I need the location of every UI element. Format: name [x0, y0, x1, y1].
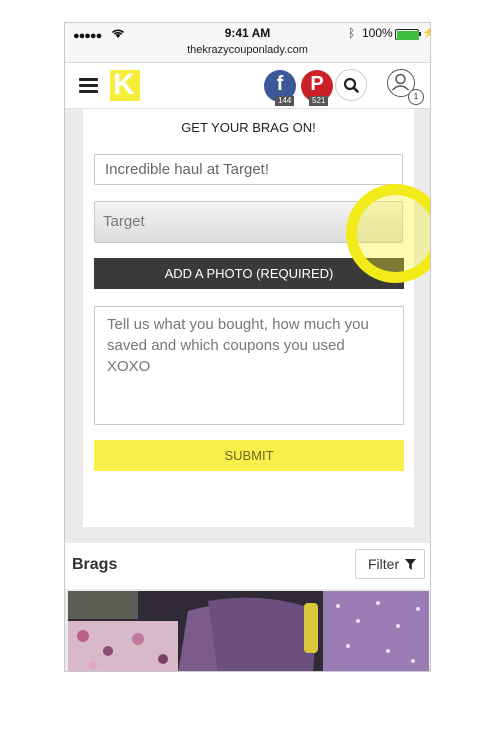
battery-icon: [395, 29, 419, 40]
battery-percent: 100%: [362, 26, 393, 40]
facebook-share-count: 144: [275, 96, 295, 106]
submit-button[interactable]: SUBMIT: [94, 440, 404, 471]
phone-screen: ●●●●● 9:41 AM ᛒ 100% ⚡ thekrazycouponlad…: [64, 22, 431, 672]
url-bar[interactable]: thekrazycouponlady.com: [65, 44, 430, 56]
status-bar: ●●●●● 9:41 AM ᛒ 100% ⚡ thekrazycouponlad…: [65, 23, 430, 63]
facebook-icon: f: [276, 73, 284, 95]
logo-letter: K: [113, 68, 135, 101]
search-button[interactable]: [335, 69, 367, 101]
site-logo[interactable]: K: [110, 68, 140, 101]
brags-header: Brags Filter: [65, 543, 430, 589]
search-icon: [343, 77, 359, 93]
filter-label: Filter: [368, 556, 400, 572]
filter-button[interactable]: Filter: [355, 549, 425, 579]
bluetooth-icon: ᛒ: [348, 26, 356, 40]
pinterest-share-count: 521: [309, 96, 329, 106]
description-textarea[interactable]: Tell us what you bought, how much you sa…: [94, 306, 404, 425]
battery-tip: [419, 32, 421, 36]
brag-form-card: GET YOUR BRAG ON! Incredible haul at Tar…: [83, 109, 414, 527]
form-title: GET YOUR BRAG ON!: [181, 120, 316, 135]
charging-icon: ⚡: [422, 26, 430, 39]
brags-title: Brags: [72, 556, 118, 573]
site-header: K f 144 P 521 1: [65, 63, 430, 109]
pinterest-icon: P: [310, 73, 324, 95]
menu-icon[interactable]: [79, 78, 98, 93]
brag-title-input[interactable]: Incredible haul at Target!: [94, 154, 403, 185]
filter-icon: [405, 559, 416, 570]
brag-photo[interactable]: [68, 591, 429, 671]
brag-photo-image: [68, 591, 429, 671]
notification-badge: 1: [408, 89, 424, 105]
